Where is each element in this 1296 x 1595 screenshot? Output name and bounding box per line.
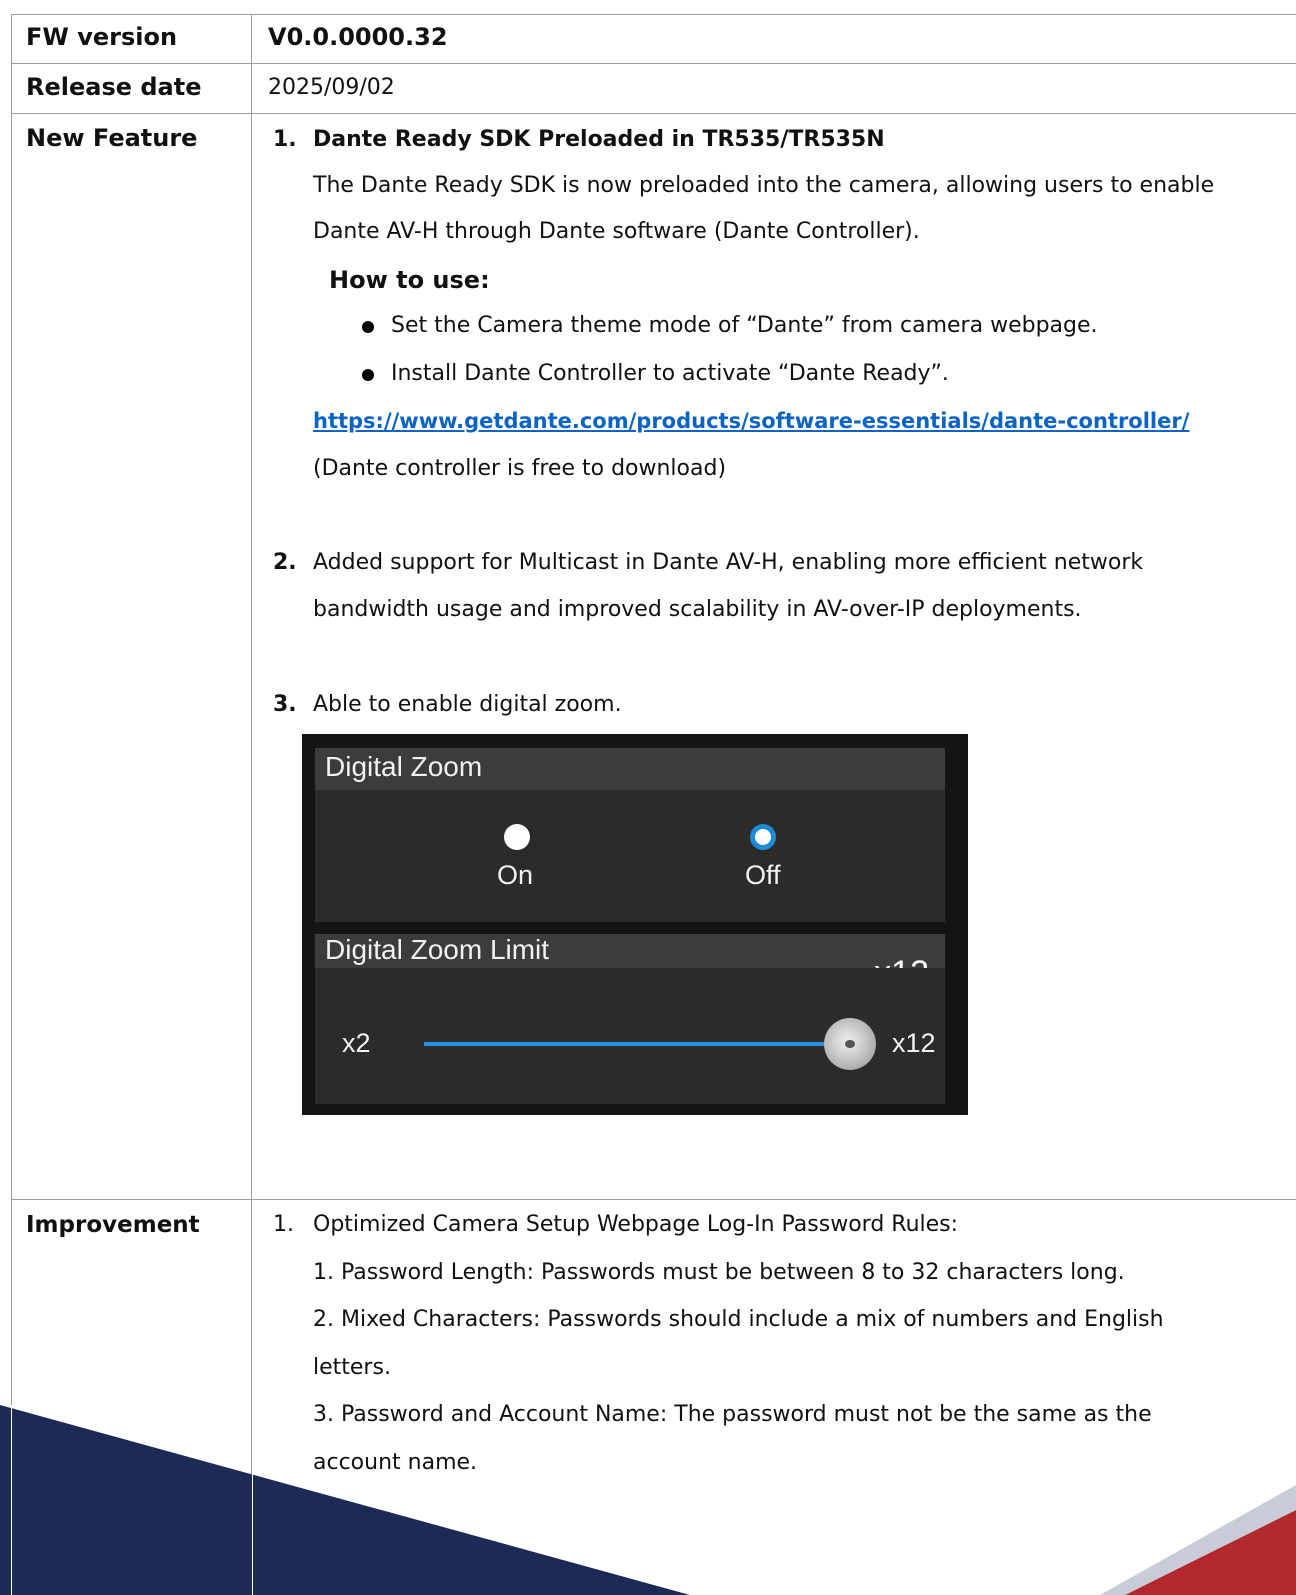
zoom-limit-slider-track[interactable] bbox=[424, 1042, 832, 1046]
bullet-icon bbox=[362, 369, 374, 381]
item1-line2: Dante AV-H through Dante software (Dante… bbox=[313, 219, 920, 244]
password-rule-2: 2. Mixed Characters: Passwords should in… bbox=[313, 1307, 1164, 1332]
item3-line1: Able to enable digital zoom. bbox=[313, 692, 622, 717]
item-number: 2. bbox=[273, 550, 297, 575]
radio-on[interactable] bbox=[504, 824, 530, 850]
how-to-step-1: Set the Camera theme mode of “Dante” fro… bbox=[391, 313, 1098, 338]
row-fw-version: FW version V0.0.0000.32 bbox=[11, 14, 1296, 63]
password-rule-3: 3. Password and Account Name: The passwo… bbox=[313, 1402, 1152, 1427]
value-cell: V0.0.0000.32 bbox=[252, 15, 1296, 63]
slider-max-label: x12 bbox=[892, 1028, 936, 1058]
digital-zoom-header: Digital Zoom bbox=[315, 748, 945, 790]
improvement-title: Optimized Camera Setup Webpage Log-In Pa… bbox=[313, 1212, 959, 1237]
label-cell: Release date bbox=[11, 64, 252, 113]
free-download-note: (Dante controller is free to download) bbox=[313, 456, 727, 481]
digital-zoom-options: On Off bbox=[315, 790, 945, 922]
improvement-label: Improvement bbox=[26, 1212, 200, 1238]
digital-zoom-panel: Digital Zoom On Off Digital Zoom Limit x… bbox=[302, 734, 968, 1115]
password-rule-3-cont: account name. bbox=[313, 1450, 478, 1475]
fw-version-value: V0.0.0000.32 bbox=[268, 23, 448, 51]
new-feature-label: New Feature bbox=[26, 124, 198, 152]
handle-dot bbox=[845, 1040, 855, 1048]
how-to-use-heading: How to use: bbox=[329, 266, 490, 294]
value-cell: 1. Optimized Camera Setup Webpage Log-In… bbox=[252, 1200, 1296, 1595]
row-release-date: Release date 2025/09/02 bbox=[11, 63, 1296, 113]
password-rule-2-cont: letters. bbox=[313, 1355, 391, 1380]
label-cell: FW version bbox=[11, 15, 252, 63]
zoom-limit-slider-area: x2 x12 bbox=[315, 968, 945, 1104]
radio-off-label: Off bbox=[745, 860, 781, 890]
label-cell: Improvement bbox=[11, 1200, 252, 1595]
password-rule-1: 1. Password Length: Passwords must be be… bbox=[313, 1260, 1125, 1285]
digital-zoom-title: Digital Zoom bbox=[325, 751, 483, 782]
label-cell: New Feature bbox=[11, 114, 252, 1199]
item1-line1: The Dante Ready SDK is now preloaded int… bbox=[313, 173, 1215, 198]
item-number: 1. bbox=[273, 127, 297, 152]
radio-off[interactable] bbox=[750, 824, 776, 850]
row-improvement: Improvement 1. Optimized Camera Setup We… bbox=[11, 1199, 1296, 1595]
item2-line1: Added support for Multicast in Dante AV-… bbox=[313, 550, 1144, 575]
zoom-limit-slider-handle[interactable] bbox=[824, 1018, 876, 1070]
how-to-step-2: Install Dante Controller to activate “Da… bbox=[391, 361, 949, 386]
digital-zoom-limit-header: Digital Zoom Limit bbox=[315, 934, 853, 968]
item2-line2: bandwidth usage and improved scalability… bbox=[313, 597, 1082, 622]
dante-controller-link[interactable]: https://www.getdante.com/products/softwa… bbox=[313, 409, 1189, 433]
value-cell: 2025/09/02 bbox=[252, 64, 1296, 113]
slider-min-label: x2 bbox=[342, 1028, 371, 1058]
item1-title: Dante Ready SDK Preloaded in TR535/TR535… bbox=[313, 127, 885, 152]
release-date-label: Release date bbox=[26, 73, 202, 101]
digital-zoom-limit-title: Digital Zoom Limit bbox=[325, 934, 550, 965]
fw-version-label: FW version bbox=[26, 23, 178, 51]
release-date-value: 2025/09/02 bbox=[268, 75, 395, 100]
item-number: 1. bbox=[273, 1212, 294, 1237]
radio-on-label: On bbox=[497, 860, 534, 890]
item-number: 3. bbox=[273, 692, 297, 717]
bullet-icon bbox=[362, 321, 374, 333]
